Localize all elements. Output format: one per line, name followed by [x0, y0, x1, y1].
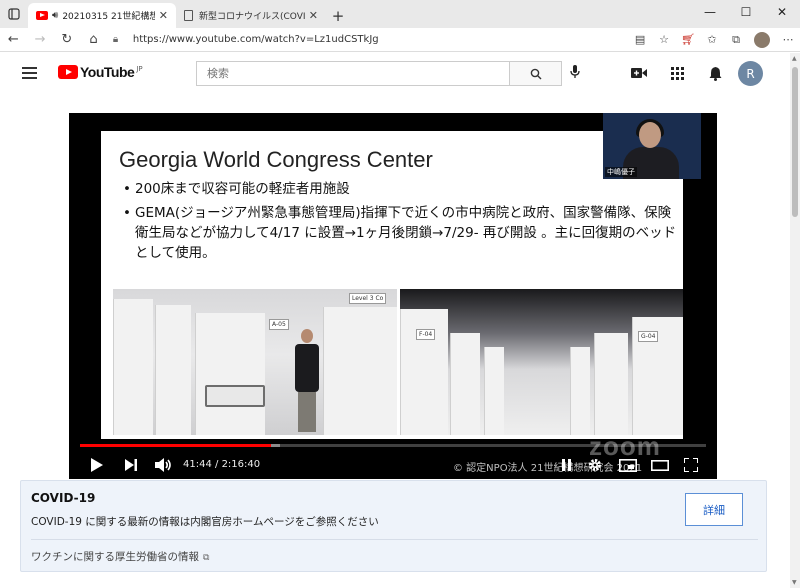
favorite-star-icon[interactable]: ☆ [652, 33, 676, 46]
region-code: JP [136, 65, 143, 73]
play-button[interactable] [87, 455, 107, 475]
fullscreen-button[interactable] [681, 455, 701, 475]
browser-tab-bar: 🔊︎ 20210315 21世紀構想研究会 ✕ 新型コロナウイルス(COVID-… [0, 0, 800, 28]
back-arrow-icon[interactable]: ← [0, 32, 27, 47]
youtube-masthead: YouTube JP R [0, 53, 790, 93]
search-input[interactable] [196, 61, 509, 86]
gear-icon [589, 459, 601, 471]
youtube-logo[interactable]: YouTube JP [58, 65, 143, 79]
slide-bullet: GEMA(ジョージア州緊急事態管理局)指揮下で近くの市中病院と政府、国家警備隊、… [123, 203, 683, 263]
progress-bar[interactable] [80, 444, 706, 447]
external-link-icon: ⧉ [203, 553, 210, 563]
pause-overlay-button[interactable] [559, 455, 575, 475]
collections-icon[interactable]: ⧉ [724, 33, 748, 47]
photo-sign: G-04 [638, 331, 659, 342]
fullscreen-icon [684, 458, 698, 472]
time-total: 2:16:40 [221, 459, 261, 470]
youtube-wordmark: YouTube [80, 64, 135, 80]
time-display: 41:44 / 2:16:40 [183, 459, 260, 470]
pause-icon [562, 459, 571, 471]
vaccine-info-link-text: ワクチンに関する厚生労働省の情報 [31, 551, 199, 563]
info-panel-title: COVID-19 [31, 491, 96, 505]
shopping-cart-icon[interactable]: 🛒︎ [676, 33, 700, 46]
refresh-icon[interactable]: ↻ [53, 32, 80, 47]
user-avatar[interactable]: R [738, 61, 763, 86]
microphone-icon[interactable] [570, 65, 580, 83]
address-bar-actions: ▤ ☆ 🛒︎ ✩ ⧉ ⋯ [628, 28, 800, 52]
address-bar: ← → ↻ ⌂ 🔒︎ https://www.youtube.com/watch… [0, 28, 800, 52]
play-icon [91, 458, 103, 472]
tab-actions-menu-icon[interactable] [0, 0, 28, 28]
divider [31, 539, 758, 540]
slide-bullet: 200床まで収容可能の軽症者用施設 [123, 179, 683, 199]
browser-tab-youtube[interactable]: 🔊︎ 20210315 21世紀構想研究会 ✕ [28, 3, 176, 28]
search-button[interactable] [509, 61, 562, 86]
photo-sign: A-05 [269, 319, 289, 330]
person-figure [295, 329, 321, 435]
maximize-button[interactable]: ☐ [728, 0, 764, 24]
page-scrollbar[interactable]: ▲ ▼ [790, 53, 800, 588]
new-tab-button[interactable]: + [326, 3, 350, 28]
scrollbar-thumb[interactable] [792, 67, 798, 217]
time-current: 41:44 [183, 459, 212, 470]
search-box [196, 61, 562, 86]
url-text: https://www.youtube.com/watch?v=Lz1udCST… [132, 34, 379, 45]
volume-button[interactable] [153, 455, 175, 475]
field-hospital-photo-right: F-04 G-04 [400, 289, 683, 435]
info-panel-text: COVID-19 に関する最新の情報は内閣官房ホームページをご参照ください [31, 516, 379, 528]
photo-sign: F-04 [416, 329, 436, 340]
presentation-slide: Georgia World Congress Center 200床まで収容可能… [101, 131, 683, 439]
favorites-bar-icon[interactable]: ✩ [700, 33, 724, 46]
youtube-favicon-icon [36, 11, 48, 20]
close-window-button[interactable]: ✕ [764, 0, 800, 24]
hospital-bed [205, 385, 265, 407]
profile-avatar-icon[interactable] [754, 31, 771, 48]
reader-view-icon[interactable]: ▤ [628, 33, 652, 46]
create-video-icon[interactable] [620, 63, 658, 83]
speaker-name: 中嶋優子 [605, 167, 637, 177]
miniplayer-icon [619, 458, 637, 472]
field-hospital-photo-left: A-05 Level 3 Co [113, 289, 397, 435]
speaker-webcam: 中嶋優子 [603, 113, 701, 179]
settings-button[interactable] [586, 455, 604, 475]
tab-title: 20210315 21世紀構想研究会 [62, 12, 155, 22]
time-separator: / [211, 459, 222, 470]
theater-mode-button[interactable] [649, 455, 671, 475]
volume-icon [155, 458, 171, 472]
skip-next-icon [125, 459, 137, 471]
next-button[interactable] [121, 455, 141, 475]
scroll-up-arrow-icon[interactable]: ▲ [792, 55, 797, 62]
tab-close-icon[interactable]: ✕ [309, 9, 318, 22]
speaker-icon[interactable]: 🔊︎ [52, 10, 58, 21]
vaccine-info-link[interactable]: ワクチンに関する厚生労働省の情報 ⧉ [31, 549, 209, 564]
tab-close-icon[interactable]: ✕ [159, 9, 168, 22]
minimize-button[interactable]: — [692, 0, 728, 24]
apps-grid-icon[interactable] [658, 63, 696, 83]
more-options-icon[interactable]: ⋯ [776, 33, 800, 46]
slide-bullets: 200床まで収容可能の軽症者用施設 GEMA(ジョージア州緊急事態管理局)指揮下… [123, 179, 683, 267]
player-controls: 41:44 / 2:16:40 [69, 451, 717, 479]
covid-info-panel: COVID-19 COVID-19 に関する最新の情報は内閣官房ホームページをご… [20, 480, 767, 572]
youtube-play-logo-icon [58, 65, 78, 79]
details-button[interactable]: 詳細 [685, 493, 743, 526]
photo-sign: Level 3 Co [349, 293, 387, 304]
forward-arrow-icon[interactable]: → [27, 32, 54, 47]
notifications-bell-icon[interactable] [696, 63, 734, 83]
page-icon [184, 10, 193, 21]
browser-tab-covid[interactable]: 新型コロナウイルス(COVID-19)感染 ✕ [176, 3, 326, 28]
home-icon[interactable]: ⌂ [80, 32, 107, 47]
progress-played [80, 444, 271, 447]
tab-title: 新型コロナウイルス(COVID-19)感染 [199, 12, 305, 22]
miniplayer-button[interactable] [617, 455, 639, 475]
theater-mode-icon [651, 459, 669, 471]
video-player[interactable]: Georgia World Congress Center 200床まで収容可能… [69, 113, 717, 479]
scroll-down-arrow-icon[interactable]: ▼ [792, 579, 797, 586]
window-controls: — ☐ ✕ [692, 0, 800, 24]
menu-hamburger-icon[interactable] [22, 67, 37, 79]
lock-icon[interactable]: 🔒︎ [113, 34, 127, 45]
url-field[interactable]: 🔒︎ https://www.youtube.com/watch?v=Lz1ud… [113, 30, 628, 50]
masthead-actions [620, 63, 734, 83]
slide-title: Georgia World Congress Center [119, 147, 433, 172]
search-icon [530, 68, 541, 79]
